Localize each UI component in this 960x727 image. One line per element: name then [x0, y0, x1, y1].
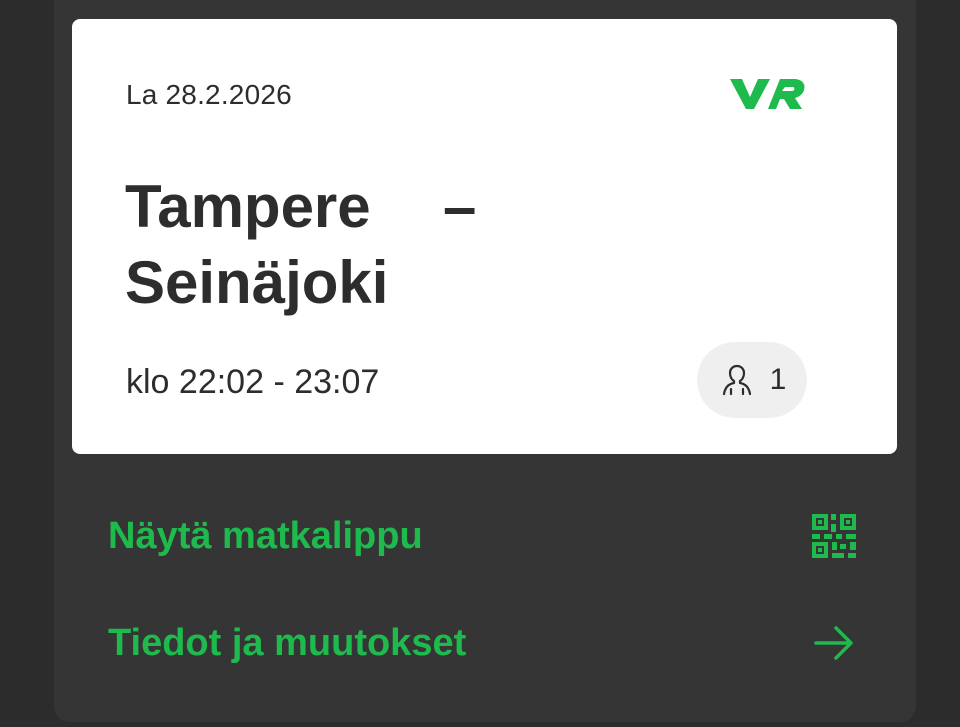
passenger-count-badge: 1: [697, 342, 807, 418]
details-and-changes-button[interactable]: Tiedot ja muutokset: [108, 613, 860, 673]
travel-date: La 28.2.2026: [126, 79, 292, 110]
person-icon: [722, 364, 751, 396]
route-destination: Seinäjoki: [125, 249, 389, 316]
passenger-count: 1: [769, 363, 787, 396]
route-separator: –: [443, 173, 477, 240]
vr-logo: VR: [730, 79, 805, 109]
show-ticket-button[interactable]: Näytä matkalippu: [108, 506, 860, 566]
screen: La 28.2.2026 VR Tampere – Seinäjoki klo …: [0, 0, 960, 727]
show-ticket-label: Näytä matkalippu: [108, 514, 423, 557]
ticket-card[interactable]: La 28.2.2026 VR Tampere – Seinäjoki klo …: [72, 19, 897, 454]
travel-time: klo 22:02 - 23:07: [126, 363, 380, 401]
route: Tampere – Seinäjoki: [125, 169, 565, 321]
route-origin: Tampere: [125, 173, 371, 240]
qr-code-icon: [812, 514, 856, 558]
details-and-changes-label: Tiedot ja muutokset: [108, 621, 467, 664]
arrow-right-icon: [814, 626, 853, 660]
